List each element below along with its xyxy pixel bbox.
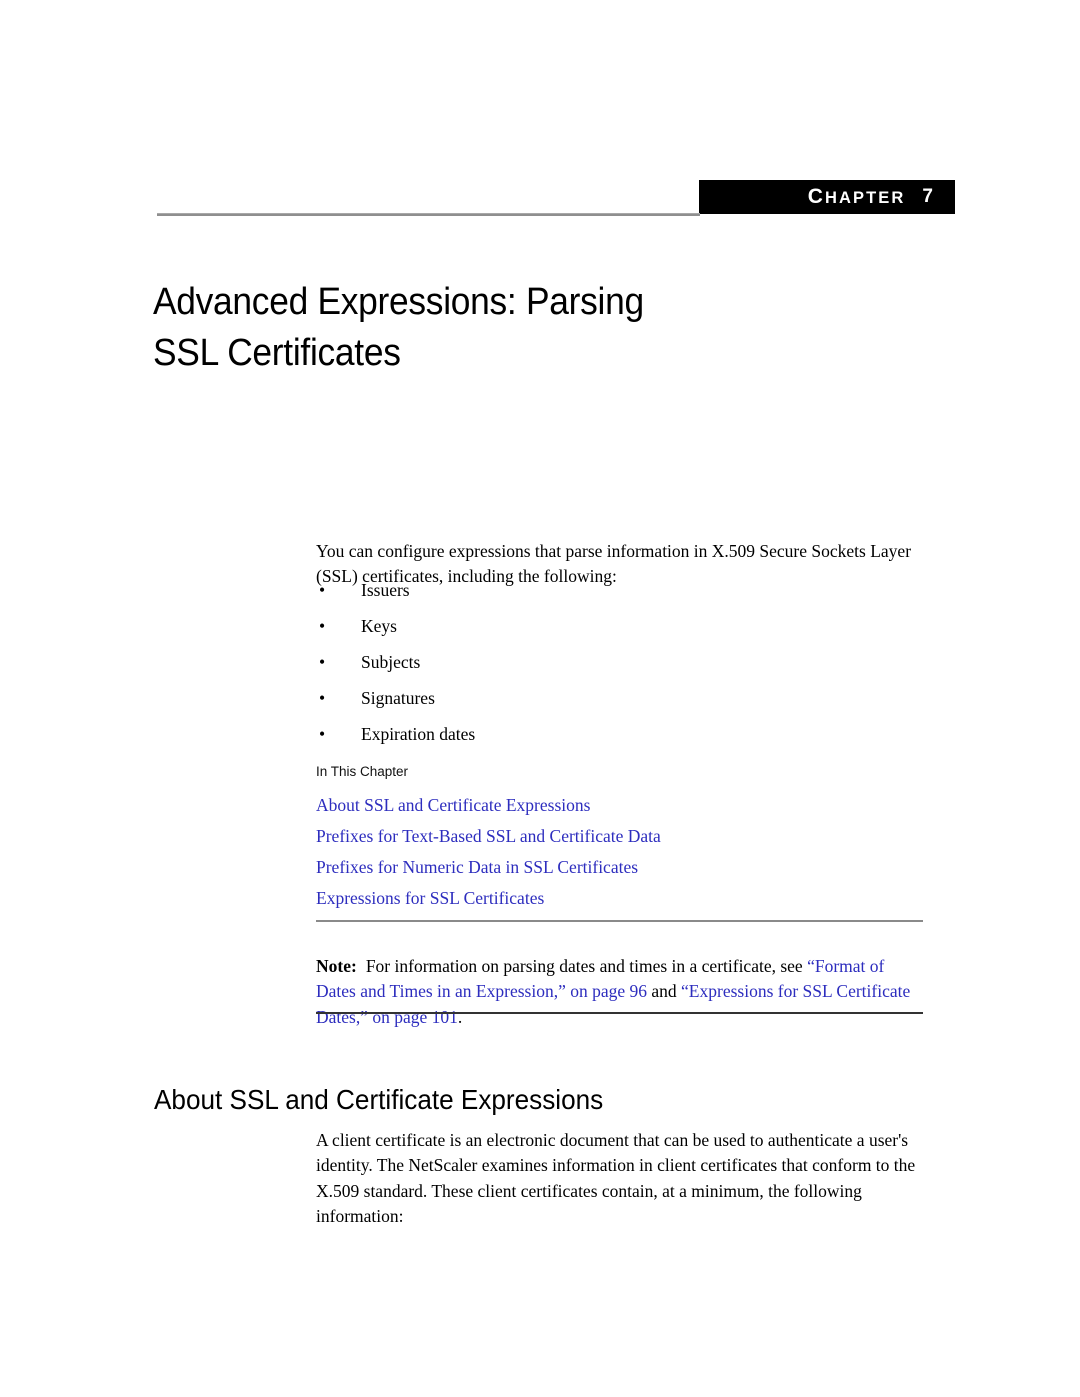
list-item: • Keys — [316, 616, 928, 652]
chapter-title-line-2: SSL Certificates — [153, 332, 401, 375]
list-item: • Expiration dates — [316, 724, 928, 760]
in-this-chapter-label: In This Chapter — [316, 764, 409, 779]
note-conjunction: and — [647, 981, 682, 1001]
note-block: Note: For information on parsing dates an… — [316, 954, 926, 1031]
list-item-label: Subjects — [361, 652, 421, 672]
chapter-header-rule — [157, 213, 700, 216]
list-item-label: Keys — [361, 616, 397, 636]
bullet-icon: • — [319, 580, 326, 600]
chapter-banner-number: 7 — [922, 186, 933, 207]
section-paragraph: A client certificate is an electronic do… — [316, 1129, 916, 1227]
list-item: • Subjects — [316, 652, 928, 688]
list-item-label: Signatures — [361, 688, 435, 708]
note-trailing-period: . — [457, 1006, 463, 1027]
in-this-chapter-link-list: About SSL and Certificate Expressions Pr… — [316, 790, 928, 914]
list-item: • Issuers — [316, 580, 928, 616]
bullet-icon: • — [319, 616, 326, 636]
bullet-icon: • — [319, 652, 326, 672]
note-text-before: For information on parsing dates and tim… — [365, 955, 808, 976]
bullet-icon: • — [319, 724, 326, 744]
bullet-icon: • — [319, 688, 326, 708]
toc-link-about-ssl-and-certificate-expressions[interactable]: About SSL and Certificate Expressions — [316, 790, 928, 821]
list-item-label: Issuers — [361, 580, 410, 600]
chapter-banner: Chapter 7 — [699, 180, 955, 214]
toc-link-expressions-for-ssl-certificates[interactable]: Expressions for SSL Certificates — [316, 883, 928, 914]
note-label: Note: — [316, 955, 357, 976]
document-page: { "banner": { "chapter_word": "Chapter",… — [0, 0, 1080, 1397]
list-item-label: Expiration dates — [361, 724, 476, 744]
chapter-title-line-1: Advanced Expressions: Parsing — [153, 281, 644, 324]
chapter-title: Advanced Expressions: Parsing SSL Certif… — [153, 277, 730, 379]
section-heading-about-ssl-and-certificate-expressions: About SSL and Certificate Expressions — [154, 1083, 604, 1115]
chapter-banner-word: Chapter — [807, 185, 906, 208]
toc-link-prefixes-for-text-based-ssl-and-certificate-data[interactable]: Prefixes for Text-Based SSL and Certific… — [316, 821, 928, 852]
feature-bullet-list: • Issuers • Keys • Subjects • Signatures… — [316, 580, 928, 760]
list-item: • Signatures — [316, 688, 928, 724]
note-top-rule — [316, 920, 923, 922]
toc-link-prefixes-for-numeric-data-in-ssl-certificates[interactable]: Prefixes for Numeric Data in SSL Certifi… — [316, 852, 928, 883]
note-bottom-rule — [316, 1012, 923, 1014]
